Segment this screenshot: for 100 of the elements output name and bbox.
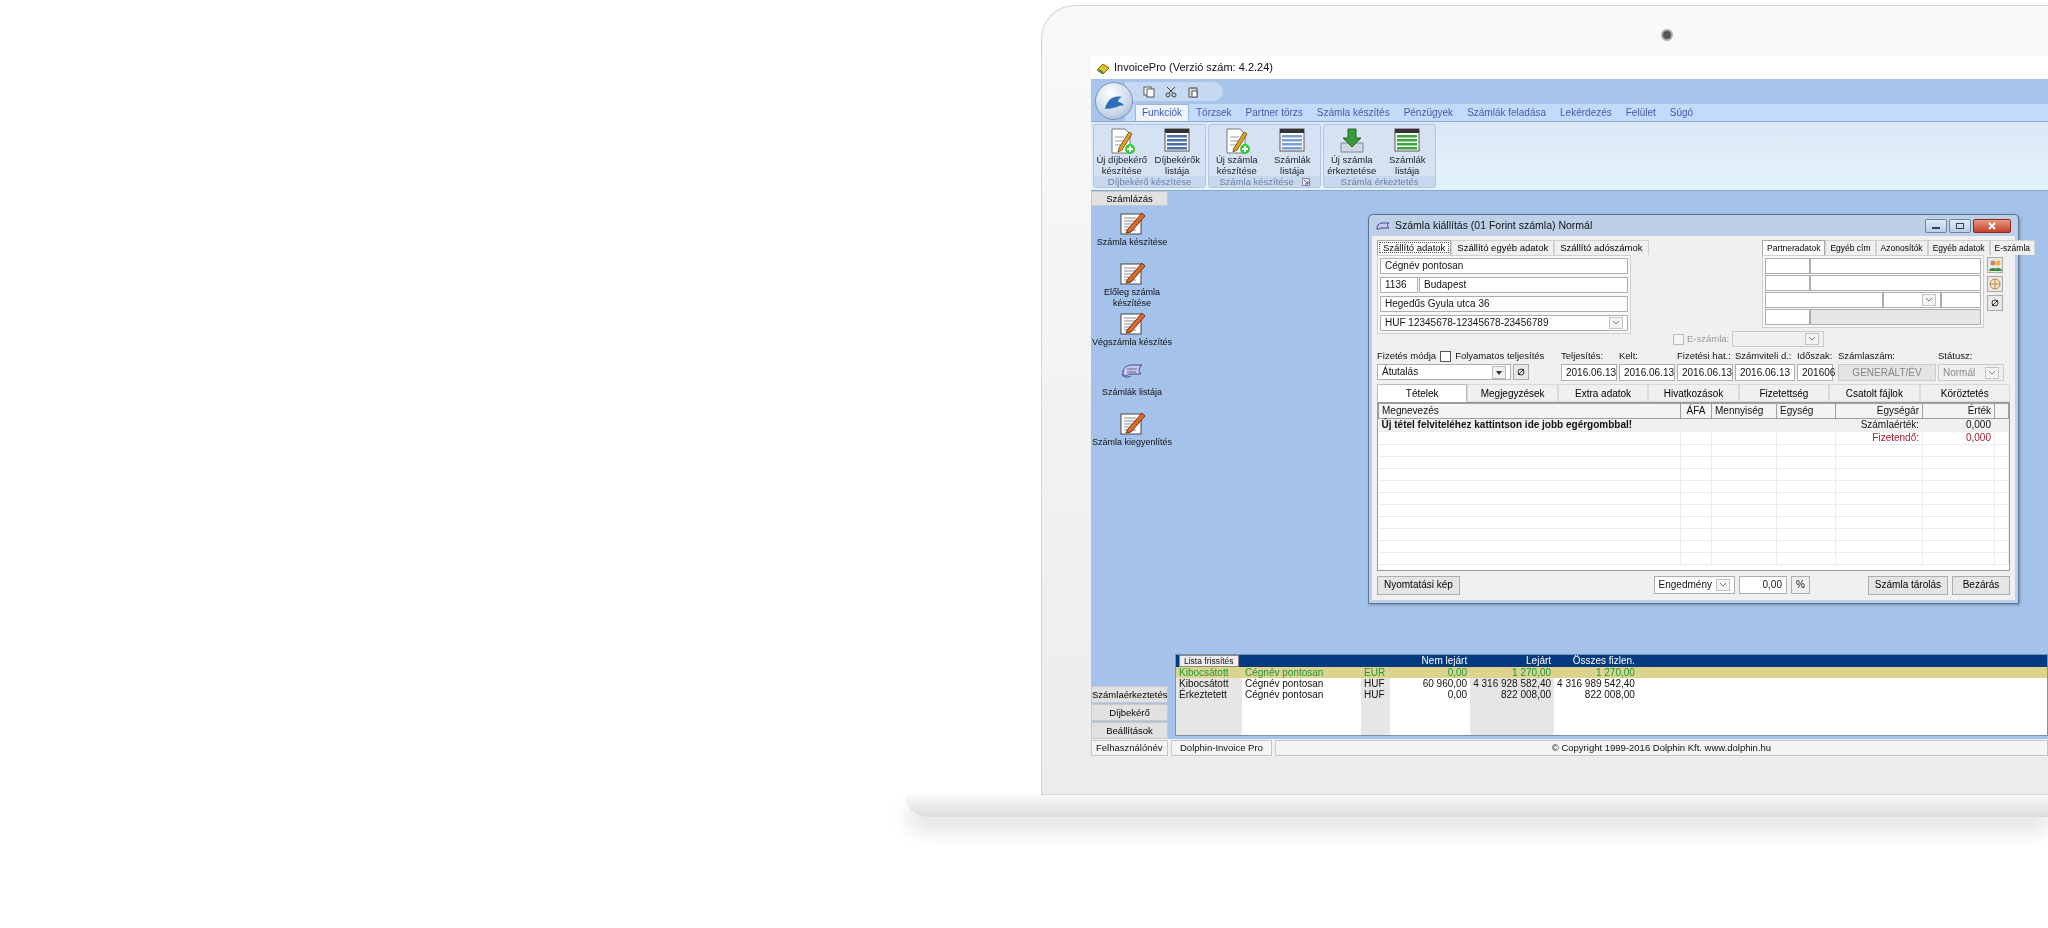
dialog-title: Számla kiállítás (01 Forint számla) Normál [1395,219,1593,232]
input-field[interactable]: Hegedűs Gyula utca 36 [1380,296,1628,312]
input-field[interactable]: 0,00 [1738,576,1787,594]
sidebar-section-button[interactable]: Beállítások [1091,722,1168,739]
input-field[interactable]: 2016.06.13 [1677,364,1733,381]
ribbon-tab[interactable]: Számlák feladása [1460,104,1554,121]
copy-icon[interactable] [1143,85,1155,98]
field-label: Státusz: [1938,350,1974,363]
column-header[interactable]: Mennyiség [1711,403,1777,419]
list-icon [1393,127,1422,155]
tab[interactable]: Fizetettség [1738,384,1830,402]
select-field[interactable]: HUF 12345678-12345678-23456789 [1380,315,1628,331]
tab[interactable]: Csatolt fájlok [1829,384,1920,402]
tab[interactable]: Szállító adatok [1377,240,1452,255]
tab[interactable]: Partneradatok [1762,240,1826,255]
tab[interactable]: Szállító egyéb adatok [1451,240,1555,255]
print-preview-button[interactable]: Nyomtatási kép [1377,575,1460,595]
chevron-down-icon[interactable] [1922,294,1936,306]
table-cell[interactable]: Cégnév pontosan [1245,678,1324,689]
sidebar-item[interactable]: Számla kiegyenlítés [1091,406,1173,456]
ribbon-button[interactable]: Új számla készítése [1209,125,1265,176]
select-field[interactable]: Átutalás [1377,364,1511,380]
ribbon-tab[interactable]: Számla készítés [1309,104,1397,121]
column-header[interactable]: Egységár [1835,403,1923,419]
close-button[interactable] [1973,218,2011,233]
ribbon-tab[interactable]: Lekérdezés [1553,104,1619,121]
input-field[interactable] [1810,258,1981,274]
paste-icon[interactable] [1187,85,1199,98]
chevron-down-icon[interactable] [1715,579,1730,591]
group-title: Számla készítése [1219,176,1294,188]
select-field[interactable]: Engedmény [1653,576,1735,594]
ribbon-tab[interactable]: Törzsek [1189,104,1239,121]
table-cell[interactable]: 822 008,00 [1584,689,1635,700]
input-field[interactable] [1765,275,1810,291]
sidebar-header[interactable]: Számlázás [1091,191,1168,206]
column-header[interactable]: Érték [1922,403,1995,419]
dialog-button[interactable]: Számla tárolás [1867,575,1948,595]
ribbon-button[interactable]: Számlák listája [1379,125,1435,176]
tab[interactable]: E-számla [1989,240,2036,255]
input-field[interactable]: 1136 [1380,277,1418,293]
dialog-button[interactable]: Bezárás [1952,575,2010,595]
dialog-launcher-icon[interactable] [1301,177,1310,186]
ribbon-button[interactable]: Új számla érkeztetése [1324,125,1380,176]
column-header[interactable]: Megnevezés [1378,403,1681,419]
sidebar-section-button[interactable]: Díjbekérő [1091,704,1168,721]
chevron-down-icon[interactable] [1609,317,1623,329]
ribbon-button[interactable]: Számlák listája [1264,125,1320,176]
cut-icon[interactable] [1165,85,1177,98]
input-field[interactable]: Cégnév pontosan [1380,258,1628,274]
table-cell[interactable]: 4 316 989 542,40 [1557,678,1635,689]
input-field[interactable] [1810,275,1981,291]
input-field[interactable]: 201606 [1797,364,1833,381]
tab[interactable]: Köröztetés [1919,384,2010,402]
sidebar-section-button[interactable]: Számlaérkeztetés [1091,686,1168,703]
input-field[interactable]: 2016.06.13 [1561,364,1617,381]
input-field[interactable] [1765,292,1883,308]
ribbon-tab[interactable]: Partner törzs [1238,104,1310,121]
ribbon-tab[interactable]: Pénzügyek [1396,104,1461,121]
list-icon [1278,127,1307,155]
sidebar-item[interactable]: Számlák listája [1091,356,1173,406]
ribbon-tab[interactable]: Súgó [1662,104,1701,121]
maximize-button[interactable] [1949,218,1971,233]
minimize-button[interactable] [1925,218,1947,233]
table-cell[interactable]: Cégnév pontosan [1245,689,1324,700]
column-header[interactable]: Egység [1776,403,1836,419]
refresh-button[interactable]: Lista frissítés [1179,655,1239,667]
sidebar-item[interactable]: Előleg számla készítése [1091,256,1173,306]
input-field[interactable] [1765,258,1810,274]
tab[interactable]: Hivatkozások [1648,384,1739,402]
select-field[interactable] [1883,292,1941,308]
sidebar-item[interactable]: Végszámla készítés [1091,306,1173,356]
tab[interactable]: Azonosítók [1875,240,1928,255]
tab[interactable]: Extra adatok [1557,384,1649,402]
app-menu-button[interactable] [1095,82,1133,120]
ribbon-button[interactable]: Új díjbekérő készítése [1094,125,1150,176]
column-header[interactable]: ÁFA [1680,403,1712,419]
table-cell[interactable]: 60 960,00 [1422,678,1468,689]
sidebar-item[interactable]: Számla készítése [1091,206,1173,256]
input-field[interactable]: 2016.06.13 [1619,364,1675,381]
input-field[interactable] [1810,309,1981,325]
tab[interactable]: Egyéb cím [1825,240,1876,255]
tab[interactable]: Tételek [1377,384,1468,402]
input-field[interactable]: Budapest [1419,277,1628,293]
checkbox[interactable] [1440,351,1452,362]
tab[interactable]: Egyéb adatok [1927,240,1990,255]
column-header: Lejárt [1470,655,1555,667]
tab[interactable]: Szállító adószámok [1554,240,1649,255]
input-field[interactable] [1941,292,1981,308]
table-cell[interactable]: 0,00 [1447,689,1468,700]
input-field[interactable]: 2016.06.13 [1735,364,1795,381]
ribbon-tab[interactable]: Felület [1618,104,1663,121]
triangle-down-icon[interactable] [1492,365,1506,379]
people-icon[interactable] [1987,257,2003,273]
field-value: Normál [1943,366,1976,379]
input-field[interactable] [1765,309,1810,325]
field-label: Időszak: [1797,350,1833,363]
tab[interactable]: Megjegyzések [1467,384,1558,402]
ribbon-button[interactable]: Díjbekérők listája [1149,125,1205,176]
chevron-down-icon[interactable] [1805,333,1820,345]
ribbon-tab[interactable]: Funkciók [1135,104,1189,121]
